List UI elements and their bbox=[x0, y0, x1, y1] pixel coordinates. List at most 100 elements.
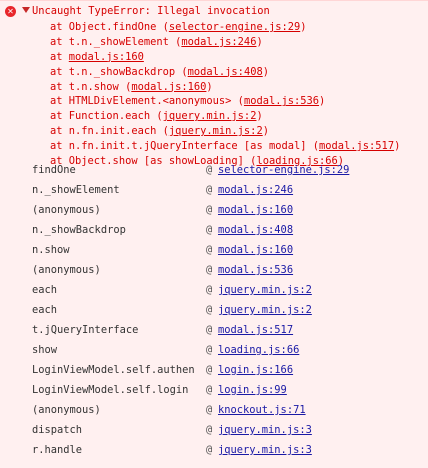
stack-line-suffix: ) bbox=[256, 35, 263, 48]
function-name: LoginViewModel.self.login bbox=[32, 384, 189, 396]
source-link[interactable]: jquery.min.js:2 bbox=[218, 300, 312, 320]
source-link[interactable]: selector-engine.js:29 bbox=[218, 160, 349, 180]
stack-line-text: at bbox=[50, 50, 69, 63]
call-stack-row: (anonymous) @ modal.js:536 bbox=[0, 260, 428, 280]
function-name: r.handle bbox=[32, 444, 83, 456]
at-symbol: @ bbox=[206, 264, 213, 276]
stack-line-text: at t.n._showElement ( bbox=[50, 35, 182, 48]
at-symbol: @ bbox=[206, 324, 213, 336]
function-name: (anonymous) bbox=[32, 404, 101, 416]
function-name: (anonymous) bbox=[32, 264, 101, 276]
stack-line-text: at n.fn.init.each ( bbox=[50, 125, 169, 138]
source-link[interactable]: modal.js:246 bbox=[218, 180, 293, 200]
call-stack-row: r.handle @ jquery.min.js:3 bbox=[0, 440, 428, 460]
stack-source-link[interactable]: selector-engine.js:29 bbox=[169, 21, 300, 33]
function-name: dispatch bbox=[32, 424, 83, 436]
source-link[interactable]: knockout.js:71 bbox=[218, 400, 306, 420]
at-symbol: @ bbox=[206, 284, 213, 296]
call-stack-row: LoginViewModel.self.authen @ login.js:166 bbox=[0, 360, 428, 380]
stack-source-link[interactable]: jquery.min.js:2 bbox=[163, 110, 257, 122]
call-stack-row: t.jQueryInterface @ modal.js:517 bbox=[0, 320, 428, 340]
at-symbol: @ bbox=[206, 304, 213, 316]
at-symbol: @ bbox=[206, 184, 213, 196]
call-stack-row: each @ jquery.min.js:2 bbox=[0, 280, 428, 300]
call-stack-row: n._showBackdrop @ modal.js:408 bbox=[0, 220, 428, 240]
stack-line-text: at Object.findOne ( bbox=[50, 21, 169, 33]
call-stack-row: n.show @ modal.js:160 bbox=[0, 240, 428, 260]
at-symbol: @ bbox=[206, 224, 213, 236]
function-name: n._showElement bbox=[32, 184, 120, 196]
stack-source-link[interactable]: modal.js:160 bbox=[69, 51, 144, 63]
function-name: findOne bbox=[32, 164, 76, 176]
stack-line-text: at HTMLDivElement.<anonymous> ( bbox=[50, 95, 244, 108]
call-stack-row: dispatch @ jquery.min.js:3 bbox=[0, 420, 428, 440]
stack-line: at n.fn.init.t.jQueryInterface [as modal… bbox=[50, 139, 400, 154]
stack-line: at HTMLDivElement.<anonymous> (modal.js:… bbox=[50, 94, 400, 109]
stack-source-link[interactable]: modal.js:246 bbox=[181, 36, 256, 48]
stack-source-link[interactable]: modal.js:517 bbox=[319, 140, 394, 152]
at-symbol: @ bbox=[206, 344, 213, 356]
source-link[interactable]: modal.js:517 bbox=[218, 320, 293, 340]
call-stack-row: (anonymous) @ modal.js:160 bbox=[0, 200, 428, 220]
at-symbol: @ bbox=[206, 444, 213, 456]
stack-line: at Object.findOne (selector-engine.js:29… bbox=[50, 20, 400, 35]
call-stack-row: show @ loading.js:66 bbox=[0, 340, 428, 360]
stack-source-link[interactable]: modal.js:408 bbox=[188, 66, 263, 78]
stack-line-text: at Function.each ( bbox=[50, 110, 163, 123]
call-stack-row: LoginViewModel.self.login @ login.js:99 bbox=[0, 380, 428, 400]
function-name: each bbox=[32, 284, 58, 296]
function-name: LoginViewModel.self.authen bbox=[32, 364, 195, 376]
source-link[interactable]: login.js:166 bbox=[218, 360, 293, 380]
stack-line-suffix: ) bbox=[262, 65, 269, 78]
stack-source-link[interactable]: modal.js:160 bbox=[131, 81, 206, 93]
console-error-entry: ✕ Uncaught TypeError: Illegal invocation… bbox=[0, 0, 428, 468]
source-link[interactable]: jquery.min.js:3 bbox=[218, 440, 312, 460]
stack-line: at modal.js:160 bbox=[50, 50, 400, 65]
stack-line: at n.fn.init.each (jquery.min.js:2) bbox=[50, 124, 400, 139]
call-stack-row: n._showElement @ modal.js:246 bbox=[0, 180, 428, 200]
function-name: (anonymous) bbox=[32, 204, 101, 216]
stack-line: at Function.each (jquery.min.js:2) bbox=[50, 109, 400, 124]
stack-line-suffix: ) bbox=[256, 110, 263, 123]
stack-line-suffix: ) bbox=[262, 125, 269, 138]
at-symbol: @ bbox=[206, 404, 213, 416]
function-name: show bbox=[32, 344, 58, 356]
error-icon: ✕ bbox=[5, 6, 16, 17]
stack-line: at t.n._showBackdrop (modal.js:408) bbox=[50, 65, 400, 80]
function-name: t.jQueryInterface bbox=[32, 324, 139, 336]
stack-line: at t.n.show (modal.js:160) bbox=[50, 80, 400, 95]
expand-collapse-triangle-icon[interactable] bbox=[22, 7, 30, 13]
stack-line-suffix: ) bbox=[394, 140, 401, 153]
stack-line: at t.n._showElement (modal.js:246) bbox=[50, 35, 400, 50]
source-link[interactable]: modal.js:160 bbox=[218, 200, 293, 220]
at-symbol: @ bbox=[206, 384, 213, 396]
call-stack-row: findOne @ selector-engine.js:29 bbox=[0, 160, 428, 180]
stack-source-link[interactable]: jquery.min.js:2 bbox=[169, 125, 263, 137]
stack-source-link[interactable]: modal.js:536 bbox=[244, 95, 319, 107]
source-link[interactable]: login.js:99 bbox=[218, 380, 287, 400]
source-link[interactable]: modal.js:408 bbox=[218, 220, 293, 240]
function-name: each bbox=[32, 304, 58, 316]
call-stack-row: (anonymous) @ knockout.js:71 bbox=[0, 400, 428, 420]
stack-line-suffix: ) bbox=[319, 95, 326, 108]
at-symbol: @ bbox=[206, 244, 213, 256]
error-message[interactable]: Uncaught TypeError: Illegal invocation bbox=[32, 5, 270, 18]
at-symbol: @ bbox=[206, 364, 213, 376]
source-link[interactable]: modal.js:160 bbox=[218, 240, 293, 260]
stack-line-text: at n.fn.init.t.jQueryInterface [as modal… bbox=[50, 140, 319, 153]
error-stack-trace: at Object.findOne (selector-engine.js:29… bbox=[50, 20, 400, 169]
at-symbol: @ bbox=[206, 164, 213, 176]
call-stack-row: each @ jquery.min.js:2 bbox=[0, 300, 428, 320]
source-link[interactable]: jquery.min.js:3 bbox=[218, 420, 312, 440]
at-symbol: @ bbox=[206, 424, 213, 436]
source-link[interactable]: jquery.min.js:2 bbox=[218, 280, 312, 300]
function-name: n._showBackdrop bbox=[32, 224, 126, 236]
stack-line-text: at t.n.show ( bbox=[50, 80, 132, 93]
stack-line-suffix: ) bbox=[300, 21, 307, 33]
function-name: n.show bbox=[32, 244, 70, 256]
stack-line-text: at t.n._showBackdrop ( bbox=[50, 65, 188, 78]
at-symbol: @ bbox=[206, 204, 213, 216]
source-link[interactable]: modal.js:536 bbox=[218, 260, 293, 280]
source-link[interactable]: loading.js:66 bbox=[218, 340, 299, 360]
call-stack-table: findOne @ selector-engine.js:29 n._showEle… bbox=[0, 160, 428, 460]
